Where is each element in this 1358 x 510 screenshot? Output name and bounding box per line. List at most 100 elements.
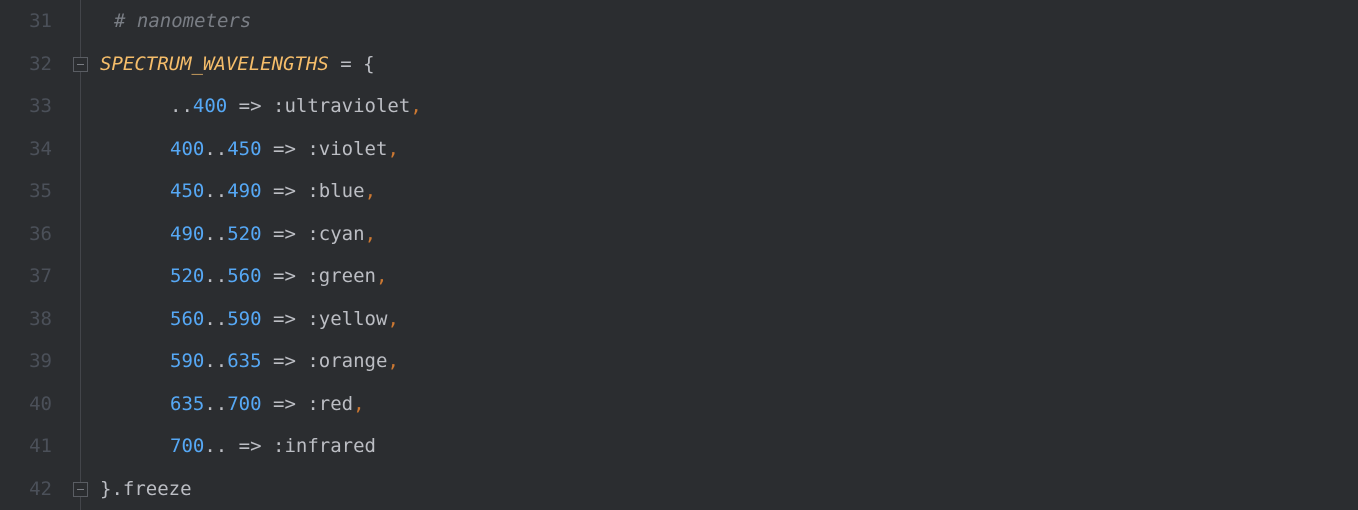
code-token: 450 bbox=[170, 170, 204, 213]
code-token: 560 bbox=[170, 298, 204, 341]
code-line[interactable]: 700.. => :infrared bbox=[100, 425, 1358, 468]
code-token bbox=[227, 425, 238, 468]
code-token: : bbox=[273, 85, 284, 128]
code-token bbox=[227, 85, 238, 128]
code-token bbox=[329, 43, 340, 86]
code-token: : bbox=[273, 425, 284, 468]
code-token bbox=[262, 340, 273, 383]
code-token: , bbox=[387, 340, 398, 383]
code-line[interactable]: }.freeze bbox=[100, 468, 1358, 510]
code-line[interactable]: 400..450 => :violet, bbox=[100, 128, 1358, 171]
code-token: 490 bbox=[170, 213, 204, 256]
code-line[interactable]: ..400 => :ultraviolet, bbox=[100, 85, 1358, 128]
code-token: .. bbox=[204, 298, 227, 341]
code-token: , bbox=[353, 383, 364, 426]
code-token: ultraviolet bbox=[284, 85, 410, 128]
code-token bbox=[262, 128, 273, 171]
fold-column bbox=[70, 0, 100, 510]
code-token: => bbox=[273, 340, 296, 383]
fold-open-icon[interactable] bbox=[73, 57, 88, 72]
code-token: , bbox=[365, 170, 376, 213]
code-token: = bbox=[340, 43, 351, 86]
code-token: => bbox=[239, 85, 262, 128]
code-token bbox=[296, 298, 307, 341]
fold-guide-line bbox=[80, 0, 81, 510]
code-token: , bbox=[376, 255, 387, 298]
line-number: 41 bbox=[0, 425, 52, 468]
code-token: => bbox=[273, 255, 296, 298]
line-number: 39 bbox=[0, 340, 52, 383]
line-number: 33 bbox=[0, 85, 52, 128]
code-token: .. bbox=[204, 425, 227, 468]
line-number: 32 bbox=[0, 43, 52, 86]
code-token: { bbox=[363, 43, 374, 86]
code-token: => bbox=[239, 425, 262, 468]
code-token: 700 bbox=[170, 425, 204, 468]
code-line[interactable]: 520..560 => :green, bbox=[100, 255, 1358, 298]
code-token bbox=[352, 43, 363, 86]
code-line[interactable]: 560..590 => :yellow, bbox=[100, 298, 1358, 341]
code-token: .. bbox=[204, 340, 227, 383]
code-token: 635 bbox=[170, 383, 204, 426]
code-token: .. bbox=[204, 213, 227, 256]
code-token bbox=[296, 383, 307, 426]
code-token: green bbox=[319, 255, 376, 298]
code-token: } bbox=[100, 468, 111, 510]
line-number: 31 bbox=[0, 0, 52, 43]
code-token: : bbox=[307, 298, 318, 341]
fold-close-icon[interactable] bbox=[73, 482, 88, 497]
line-number: 42 bbox=[0, 468, 52, 510]
code-token: # nanometers bbox=[114, 0, 251, 43]
code-area[interactable]: # nanometersSPECTRUM_WAVELENGTHS = {..40… bbox=[100, 0, 1358, 510]
code-token: .. bbox=[204, 383, 227, 426]
code-token bbox=[262, 85, 273, 128]
code-line[interactable]: 590..635 => :orange, bbox=[100, 340, 1358, 383]
code-token: : bbox=[307, 255, 318, 298]
line-number: 36 bbox=[0, 213, 52, 256]
code-token: 560 bbox=[227, 255, 261, 298]
line-number-gutter: 313233343536373839404142 bbox=[0, 0, 70, 510]
code-token bbox=[296, 255, 307, 298]
code-token: : bbox=[307, 213, 318, 256]
code-token: => bbox=[273, 298, 296, 341]
code-token: 520 bbox=[170, 255, 204, 298]
code-token: cyan bbox=[319, 213, 365, 256]
line-number: 35 bbox=[0, 170, 52, 213]
code-token bbox=[262, 170, 273, 213]
code-line[interactable]: 490..520 => :cyan, bbox=[100, 213, 1358, 256]
code-token: blue bbox=[319, 170, 365, 213]
code-token: 450 bbox=[227, 128, 261, 171]
code-token: .. bbox=[170, 85, 193, 128]
code-token: : bbox=[307, 170, 318, 213]
code-token bbox=[262, 298, 273, 341]
code-token: , bbox=[365, 213, 376, 256]
code-token: => bbox=[273, 170, 296, 213]
code-token: .. bbox=[204, 255, 227, 298]
code-line[interactable]: 450..490 => :blue, bbox=[100, 170, 1358, 213]
line-number: 37 bbox=[0, 255, 52, 298]
code-line[interactable]: 635..700 => :red, bbox=[100, 383, 1358, 426]
line-number: 38 bbox=[0, 298, 52, 341]
code-token: : bbox=[307, 383, 318, 426]
line-number: 34 bbox=[0, 128, 52, 171]
code-token: SPECTRUM_WAVELENGTHS bbox=[100, 43, 329, 86]
code-token: yellow bbox=[319, 298, 388, 341]
code-token: .. bbox=[204, 170, 227, 213]
code-token: , bbox=[387, 128, 398, 171]
code-token: infrared bbox=[284, 425, 376, 468]
code-token bbox=[296, 170, 307, 213]
code-token: => bbox=[273, 213, 296, 256]
code-token: .. bbox=[204, 128, 227, 171]
code-line[interactable]: SPECTRUM_WAVELENGTHS = { bbox=[100, 43, 1358, 86]
code-token bbox=[262, 255, 273, 298]
code-token: orange bbox=[319, 340, 388, 383]
line-number: 40 bbox=[0, 383, 52, 426]
code-token: 400 bbox=[170, 128, 204, 171]
code-line[interactable]: # nanometers bbox=[100, 0, 1358, 43]
code-token: 520 bbox=[227, 213, 261, 256]
code-token: 400 bbox=[193, 85, 227, 128]
code-token: violet bbox=[319, 128, 388, 171]
code-token: 700 bbox=[227, 383, 261, 426]
code-token bbox=[296, 340, 307, 383]
code-token bbox=[296, 128, 307, 171]
